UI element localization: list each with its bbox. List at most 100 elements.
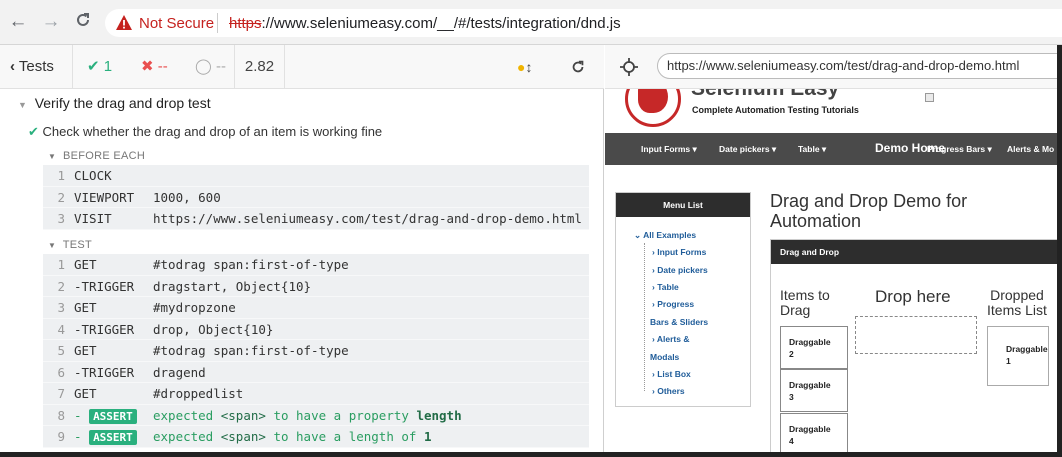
window-edge [1057, 45, 1062, 457]
command-number: 3 [57, 300, 65, 315]
nav-progress-bars[interactable]: Progress Bars ▾ [927, 144, 992, 155]
draggable-item[interactable]: Draggable 4 [780, 413, 848, 456]
menu-item-bars-sliders[interactable]: Bars & Sliders [650, 317, 708, 327]
rerun-icon [572, 60, 584, 73]
pending-count: -- [215, 58, 226, 75]
test-commands: 1 GET #todrag span:first-of-type 2 -TRIGGER… [43, 254, 589, 448]
check-icon: ✔ [28, 124, 39, 139]
draggable-number: 3 [789, 392, 794, 402]
menu-list: Menu List ⌄ All Examples › Input Forms ›… [615, 192, 751, 407]
crosshair-icon[interactable] [620, 58, 638, 76]
draggable-label: Draggable [789, 380, 831, 390]
drop-here-title: Drop here [875, 287, 951, 306]
command-name: GET [74, 257, 97, 272]
menu-item-alerts[interactable]: › Alerts & [652, 334, 689, 344]
address-bar[interactable]: Not Secure https://www.seleniumeasy.com/… [105, 9, 1062, 37]
caret-down-icon: ▼ [18, 100, 27, 110]
command-message: expected <span> to have a length of 1 [153, 426, 432, 448]
command-row[interactable]: 1 GET #todrag span:first-of-type [43, 254, 589, 276]
command-row[interactable]: 1 CLOCK [43, 165, 589, 187]
assert-row[interactable]: 9 - ASSERT expected <span> to have a lengt… [43, 426, 589, 448]
command-name: GET [74, 343, 97, 358]
assert-value: 1 [423, 429, 432, 444]
menu-item-list-box[interactable]: › List Box [652, 369, 691, 379]
command-name: CLOCK [74, 168, 112, 183]
page-heading-line-2: Automation [770, 211, 862, 231]
failed-stat: ✖ -- [141, 45, 168, 89]
command-number: 9 [57, 429, 65, 444]
command-row[interactable]: 6 -TRIGGER dragend [43, 362, 589, 383]
menu-item-table[interactable]: › Table [652, 282, 679, 292]
page-heading-line-1: Drag and Drop Demo for [770, 191, 968, 211]
command-name: VISIT [74, 211, 112, 226]
draggable-item[interactable]: Draggable 3 [780, 369, 848, 412]
nav-input-forms[interactable]: Input Forms ▾ [641, 144, 697, 155]
command-number: 3 [57, 211, 65, 226]
command-row[interactable]: 4 -TRIGGER drop, Object{10} [43, 319, 589, 340]
draggable-item[interactable]: Draggable 2 [780, 326, 848, 369]
draggable-number: 2 [789, 349, 794, 359]
nav-date-pickers[interactable]: Date pickers ▾ [719, 144, 776, 155]
url-path: ://www.seleniumeasy.com/__/#/tests/integ… [261, 15, 621, 32]
assert-text: expected [153, 407, 214, 423]
nav-table[interactable]: Table ▾ [798, 144, 826, 155]
menu-item-label: Others [657, 386, 685, 396]
command-row[interactable]: 2 -TRIGGER dragstart, Object{10} [43, 276, 589, 297]
menu-item-modals[interactable]: Modals [650, 352, 679, 362]
menu-item-progress[interactable]: › Progress [652, 299, 694, 309]
command-row[interactable]: 2 VIEWPORT 1000, 600 [43, 187, 589, 208]
menu-item-others[interactable]: › Others [652, 386, 685, 396]
chevron-right-icon: › [652, 334, 655, 344]
before-each-header[interactable]: ▼ BEFORE EACH [48, 150, 145, 162]
forward-button[interactable]: → [40, 11, 62, 33]
duration: 2.82 [235, 45, 285, 89]
back-button[interactable]: ← [7, 11, 29, 33]
items-to-drag-line-2: Drag [780, 302, 811, 318]
suite-title[interactable]: ▼ Verify the drag and drop test [18, 95, 211, 111]
test-title[interactable]: ✔ Check whether the drag and drop of an … [28, 124, 382, 140]
command-row[interactable]: 5 GET #todrag span:first-of-type [43, 340, 589, 362]
stats: ✔ 1 ✖ -- ◯ -- [73, 45, 235, 89]
menu-all-examples[interactable]: ⌄ All Examples [634, 230, 696, 241]
command-name: VIEWPORT [74, 189, 135, 205]
command-message: expected <span> to have a property lengt… [153, 405, 462, 427]
drop-zone[interactable] [855, 316, 977, 354]
command-message: #droppedlist [153, 386, 244, 401]
preview-url[interactable]: https://www.seleniumeasy.com/test/drag-a… [657, 53, 1062, 79]
menu-item-input-forms[interactable]: › Input Forms [652, 247, 706, 257]
browser-toolbar: ← → Not Secure https://www.seleniumeasy.… [0, 0, 1062, 45]
command-message: 1000, 600 [153, 189, 221, 205]
menu-item-label: Input Forms [657, 247, 707, 257]
auto-scroll-toggle[interactable]: ●↕ [517, 45, 532, 89]
command-message: #todrag span:first-of-type [153, 257, 349, 272]
caret-down-icon: ▼ [48, 152, 57, 161]
command-row[interactable]: 7 GET #droppedlist [43, 383, 589, 405]
test-section-header[interactable]: ▼ TEST [48, 239, 92, 251]
reload-button[interactable] [72, 11, 94, 33]
x-icon: ✖ [141, 58, 154, 75]
chevron-right-icon: › [652, 299, 655, 309]
tree-line [644, 243, 645, 391]
check-icon: ✔ [87, 58, 100, 75]
draggable-label: Draggable [789, 424, 831, 434]
tests-button[interactable]: ‹ Tests [0, 45, 73, 89]
page-heading: Drag and Drop Demo for Automation [770, 191, 967, 231]
command-row[interactable]: 3 VISIT https://www.seleniumeasy.com/test/… [43, 208, 589, 230]
rerun-button[interactable] [570, 45, 586, 89]
command-name: -TRIGGER [74, 321, 135, 337]
menu-item-label: All Examples [643, 230, 697, 240]
chevron-right-icon: › [652, 265, 655, 275]
command-row[interactable]: 3 GET #mydropzone [43, 297, 589, 319]
assert-text: to have a length of [273, 429, 417, 444]
menu-item-date-pickers[interactable]: › Date pickers [652, 265, 708, 275]
menu-item-label: Date pickers [657, 265, 708, 275]
assert-row[interactable]: 8 - ASSERT expected <span> to have a prope… [43, 405, 589, 427]
draggable-number: 4 [789, 436, 794, 446]
assert-subject: <span> [220, 407, 266, 423]
command-message: #mydropzone [153, 300, 236, 315]
assert-text: expected [153, 429, 214, 444]
nav-alerts[interactable]: Alerts & Mo [1007, 144, 1054, 154]
preview-toolbar: https://www.seleniumeasy.com/test/drag-a… [605, 45, 1062, 89]
reporter-header: ‹ Tests ✔ 1 ✖ -- ◯ -- 2.82 ●↕ [0, 45, 604, 89]
command-number: 2 [57, 278, 65, 294]
